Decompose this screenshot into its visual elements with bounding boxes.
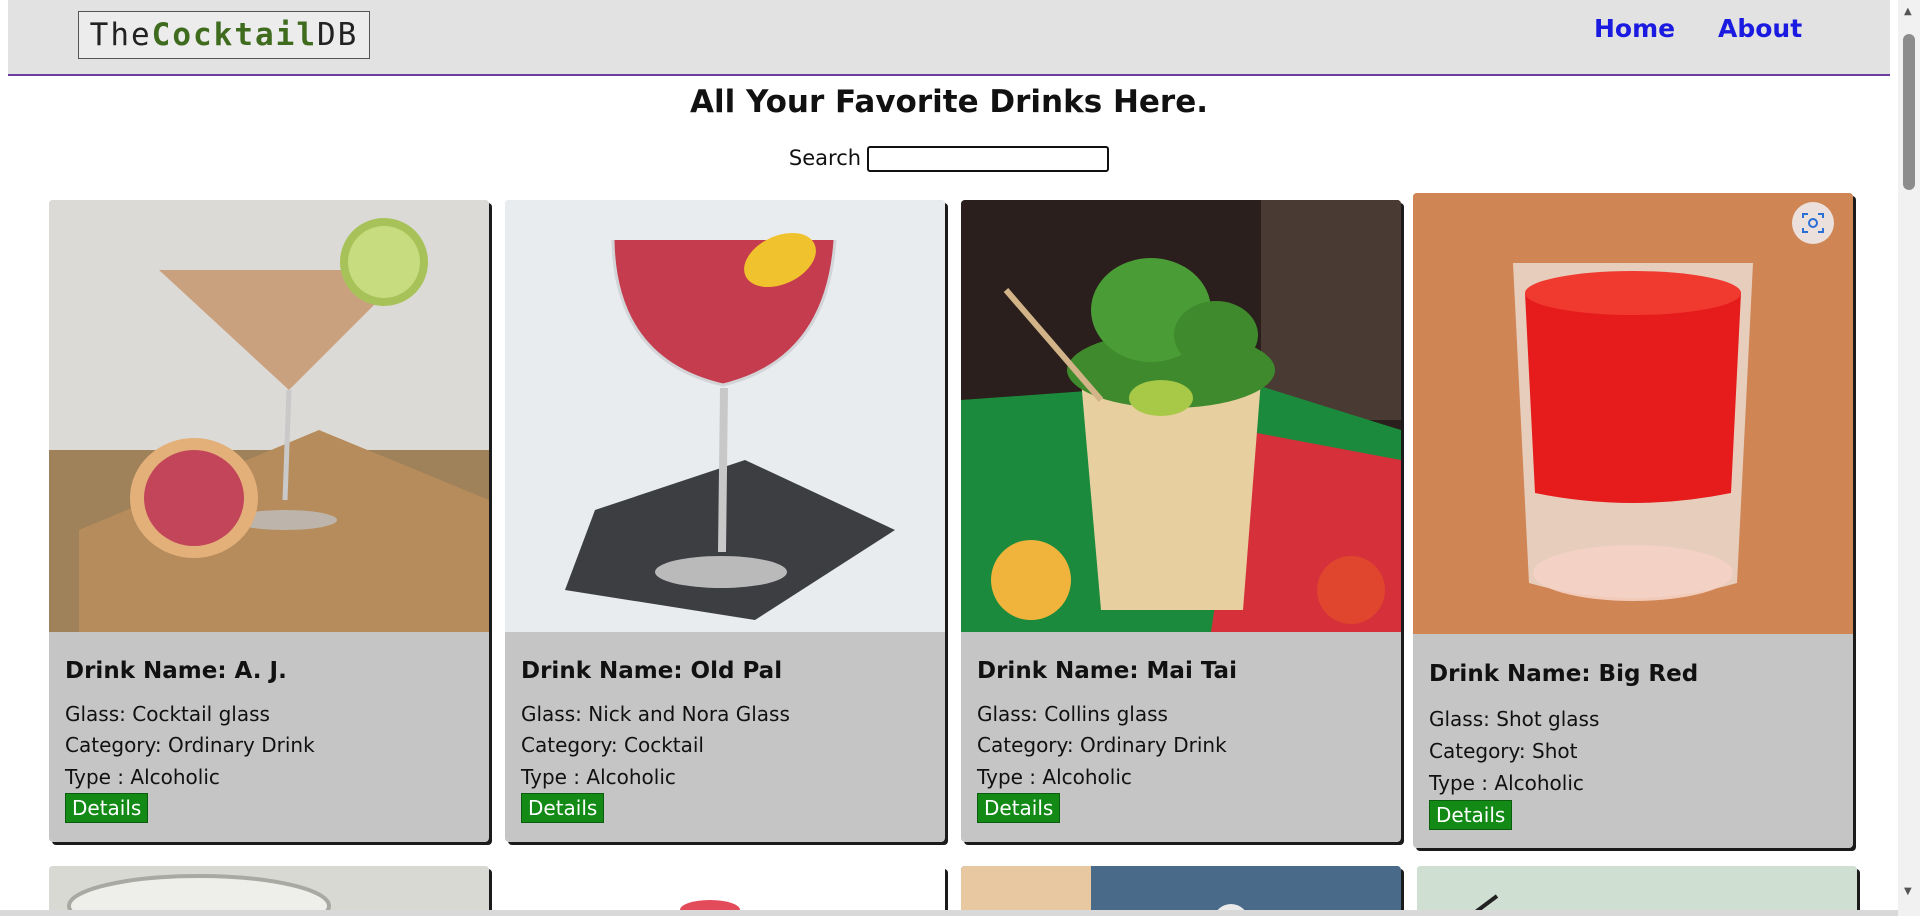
drink-glass: Glass: Shot glass [1429,707,1600,731]
drink-card [1417,866,1857,916]
drink-category: Category: Ordinary Drink [65,733,315,757]
visual-search-icon [1802,213,1824,233]
logo-prefix: The [89,17,152,53]
drink-image[interactable] [961,866,1401,916]
drink-category: Category: Ordinary Drink [977,733,1227,757]
drink-card [961,866,1401,916]
drink-type: Type : Alcoholic [65,765,220,789]
drink-image[interactable] [49,200,489,632]
drink-name: Drink Name: Big Red [1429,661,1699,687]
drink-card [505,866,945,916]
drink-card: Drink Name: Mai Tai Glass: Collins glass… [961,200,1401,842]
drink-name: Drink Name: Mai Tai [977,658,1237,684]
navbar: The Cocktail DB Home About [8,0,1890,76]
drink-glass: Glass: Nick and Nora Glass [521,702,790,726]
drink-name: Drink Name: A. J. [65,658,287,684]
drink-image[interactable] [961,200,1401,632]
search-row: Search [8,146,1890,172]
scrollbar[interactable]: ▲ ▼ [1898,0,1920,916]
drink-card: Drink Name: Old Pal Glass: Nick and Nora… [505,200,945,842]
drink-card: Drink Name: Big Red Glass: Shot glass Ca… [1413,193,1853,848]
search-label: Search [788,146,862,170]
drink-name: Drink Name: Old Pal [521,658,783,684]
drink-image[interactable] [505,200,945,632]
details-button[interactable]: Details [521,793,605,823]
drink-card: Drink Name: A. J. Glass: Cocktail glass … [49,200,489,842]
drink-type: Type : Alcoholic [1429,771,1584,795]
drink-type: Type : Alcoholic [977,765,1132,789]
logo-suffix: DB [316,17,359,53]
drink-glass: Glass: Collins glass [977,702,1168,726]
drink-image[interactable] [505,866,945,916]
drink-type: Type : Alcoholic [521,765,676,789]
scroll-thumb[interactable] [1903,34,1915,190]
logo[interactable]: The Cocktail DB [78,11,370,59]
nav-about-link[interactable]: About [1718,14,1802,43]
scroll-down-icon[interactable]: ▼ [1904,886,1912,897]
drink-image[interactable] [49,866,489,916]
drink-image[interactable] [1417,866,1857,916]
drink-image[interactable] [1413,193,1853,634]
scroll-up-icon[interactable]: ▲ [1904,6,1912,17]
drink-category: Category: Cocktail [521,733,704,757]
search-input[interactable] [867,146,1110,172]
horizontal-scrollbar[interactable] [0,910,1898,916]
nav-home-link[interactable]: Home [1594,14,1675,43]
details-button[interactable]: Details [1429,800,1513,830]
drink-glass: Glass: Cocktail glass [65,702,270,726]
details-button[interactable]: Details [977,793,1061,823]
details-button[interactable]: Details [65,793,149,823]
page: The Cocktail DB Home About All Your Favori… [8,0,1890,916]
page-title: All Your Favorite Drinks Here. [689,84,1209,120]
logo-mid: Cocktail [151,17,317,53]
drink-card [49,866,489,916]
drink-category: Category: Shot [1429,739,1578,763]
visual-search-button[interactable] [1792,202,1834,244]
